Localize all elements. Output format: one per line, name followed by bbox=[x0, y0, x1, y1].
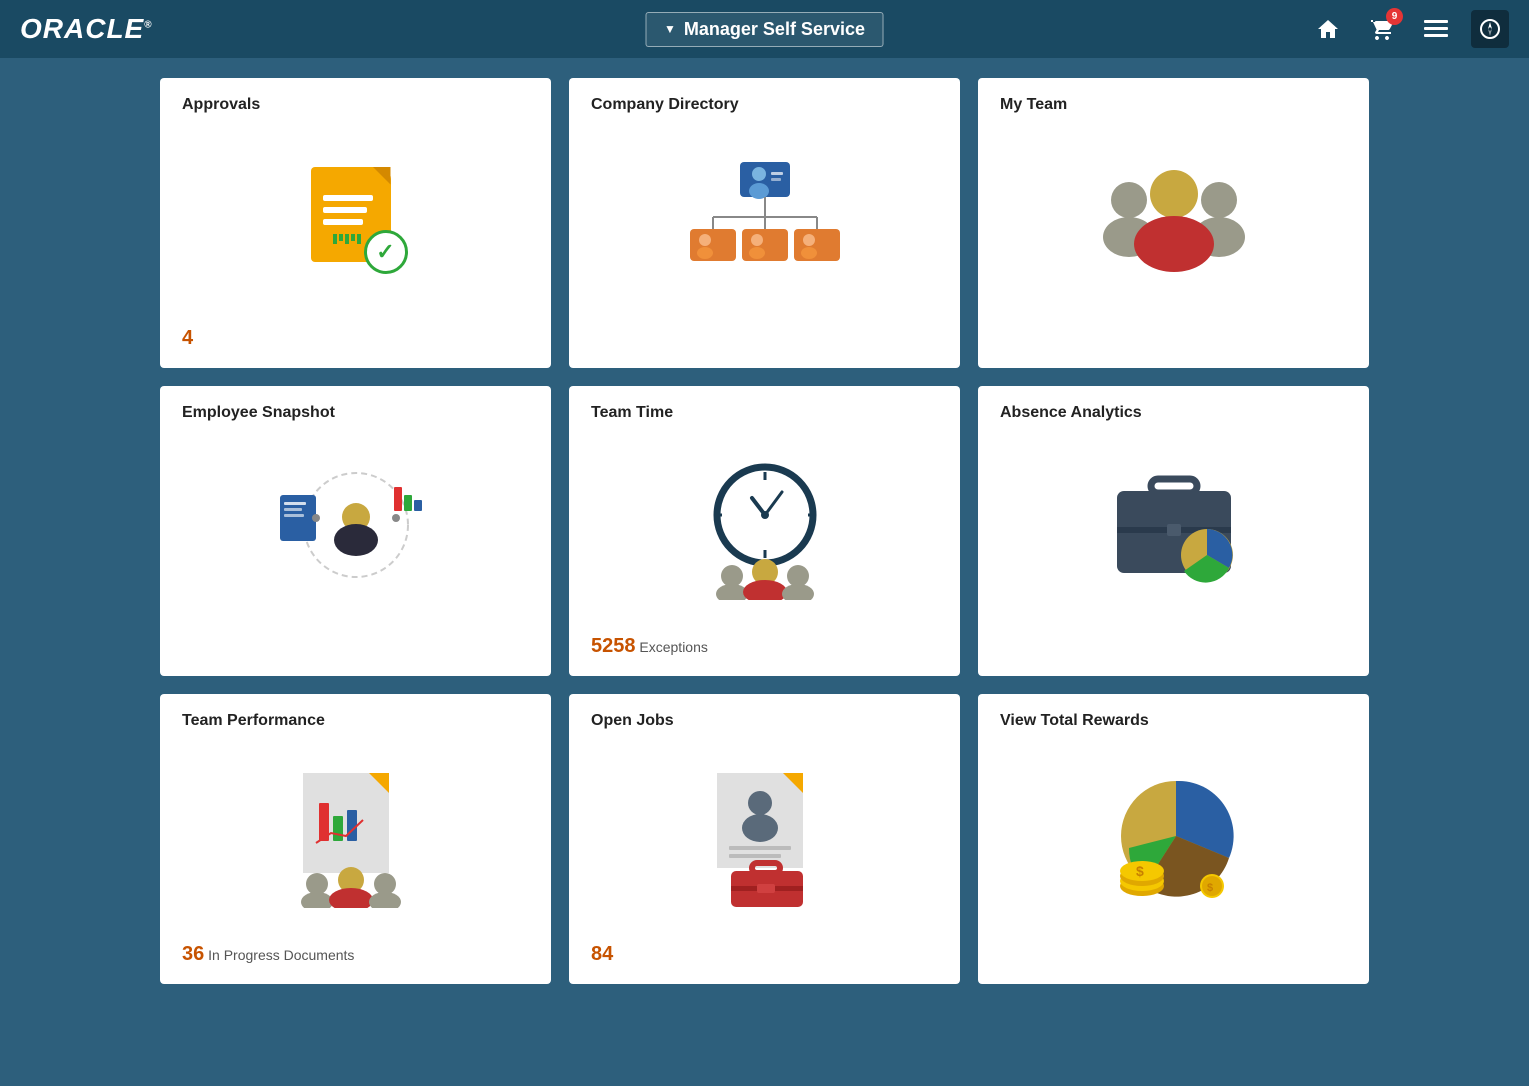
approvals-icon-area: ✓ bbox=[182, 124, 529, 319]
absence-analytics-tile[interactable]: Absence Analytics bbox=[978, 386, 1369, 676]
team-performance-title: Team Performance bbox=[182, 712, 529, 730]
view-total-rewards-footer bbox=[1000, 944, 1347, 966]
menu-button[interactable] bbox=[1417, 10, 1455, 48]
absence-analytics-footer bbox=[1000, 636, 1347, 658]
tiles-grid: Approvals bbox=[0, 58, 1529, 1004]
approvals-tile[interactable]: Approvals bbox=[160, 78, 551, 368]
team-time-count: 5258 bbox=[591, 635, 636, 657]
doc-line-3 bbox=[323, 219, 363, 225]
team-time-icon-area bbox=[591, 432, 938, 627]
company-directory-tile[interactable]: Company Directory bbox=[569, 78, 960, 368]
doc-line-2 bbox=[323, 207, 367, 213]
team-performance-suffix: In Progress Documents bbox=[204, 947, 354, 963]
navigator-button[interactable] bbox=[1471, 10, 1509, 48]
open-jobs-title: Open Jobs bbox=[591, 712, 938, 730]
absence-analytics-icon bbox=[1099, 465, 1249, 595]
team-time-tile[interactable]: Team Time bbox=[569, 386, 960, 676]
hamburger-menu-icon bbox=[1424, 20, 1448, 38]
team-performance-footer: 36 In Progress Documents bbox=[182, 943, 529, 966]
employee-snapshot-icon bbox=[276, 465, 436, 595]
absence-analytics-icon-area bbox=[1000, 432, 1347, 628]
header-icon-group: 9 bbox=[1309, 10, 1509, 48]
employee-snapshot-icon-area bbox=[182, 432, 529, 628]
approvals-icon: ✓ bbox=[296, 162, 416, 282]
company-directory-icon bbox=[685, 157, 845, 287]
app-header: ORACLE® ▼ Manager Self Service 9 bbox=[0, 0, 1529, 58]
open-jobs-footer: 84 bbox=[591, 943, 938, 966]
my-team-title: My Team bbox=[1000, 96, 1347, 114]
oracle-trademark: ® bbox=[144, 20, 152, 31]
team-performance-icon-area bbox=[182, 740, 529, 935]
approvals-title: Approvals bbox=[182, 96, 529, 114]
approvals-barcode bbox=[333, 234, 361, 244]
module-title-dropdown[interactable]: ▼ Manager Self Service bbox=[645, 12, 884, 47]
company-directory-icon-area bbox=[591, 124, 938, 320]
compass-icon bbox=[1480, 19, 1500, 39]
bar-3 bbox=[345, 234, 349, 244]
approvals-footer: 4 bbox=[182, 327, 529, 350]
my-team-icon-area bbox=[1000, 124, 1347, 320]
module-title-text: Manager Self Service bbox=[684, 19, 865, 40]
home-icon bbox=[1316, 18, 1340, 40]
bar-5 bbox=[357, 234, 361, 244]
cart-badge: 9 bbox=[1386, 8, 1403, 25]
open-jobs-tile[interactable]: Open Jobs bbox=[569, 694, 960, 984]
approvals-count: 4 bbox=[182, 327, 193, 349]
team-time-suffix: Exceptions bbox=[636, 639, 708, 655]
team-time-footer: 5258 Exceptions bbox=[591, 635, 938, 658]
view-total-rewards-icon: $ $ bbox=[1094, 768, 1254, 908]
svg-text:$: $ bbox=[1207, 882, 1213, 894]
team-performance-count: 36 bbox=[182, 943, 204, 965]
home-button[interactable] bbox=[1309, 10, 1347, 48]
dropdown-arrow-icon: ▼ bbox=[664, 22, 676, 36]
team-time-title: Team Time bbox=[591, 404, 938, 422]
bar-4 bbox=[351, 234, 355, 241]
bar-1 bbox=[333, 234, 337, 244]
bar-2 bbox=[339, 234, 343, 241]
team-performance-icon bbox=[281, 768, 431, 908]
my-team-tile[interactable]: My Team bbox=[978, 78, 1369, 368]
team-performance-tile[interactable]: Team Performance bbox=[160, 694, 551, 984]
company-directory-title: Company Directory bbox=[591, 96, 938, 114]
view-total-rewards-tile[interactable]: View Total Rewards $ bbox=[978, 694, 1369, 984]
employee-snapshot-tile[interactable]: Employee Snapshot bbox=[160, 386, 551, 676]
doc-line-1 bbox=[323, 195, 373, 201]
employee-snapshot-footer bbox=[182, 636, 529, 658]
employee-snapshot-title: Employee Snapshot bbox=[182, 404, 529, 422]
view-total-rewards-icon-area: $ $ bbox=[1000, 740, 1347, 936]
team-time-icon bbox=[690, 460, 840, 600]
cart-button[interactable]: 9 bbox=[1363, 10, 1401, 48]
approvals-doc-lines bbox=[323, 195, 373, 231]
absence-analytics-title: Absence Analytics bbox=[1000, 404, 1347, 422]
my-team-icon bbox=[1099, 162, 1249, 282]
my-team-footer bbox=[1000, 328, 1347, 350]
open-jobs-count: 84 bbox=[591, 943, 613, 965]
approvals-checkmark: ✓ bbox=[364, 230, 408, 274]
open-jobs-icon-area bbox=[591, 740, 938, 935]
oracle-logo: ORACLE® bbox=[20, 13, 153, 45]
company-directory-footer bbox=[591, 328, 938, 350]
view-total-rewards-title: View Total Rewards bbox=[1000, 712, 1347, 730]
check-icon: ✓ bbox=[376, 239, 394, 265]
open-jobs-icon bbox=[695, 768, 835, 908]
svg-text:$: $ bbox=[1136, 863, 1144, 879]
